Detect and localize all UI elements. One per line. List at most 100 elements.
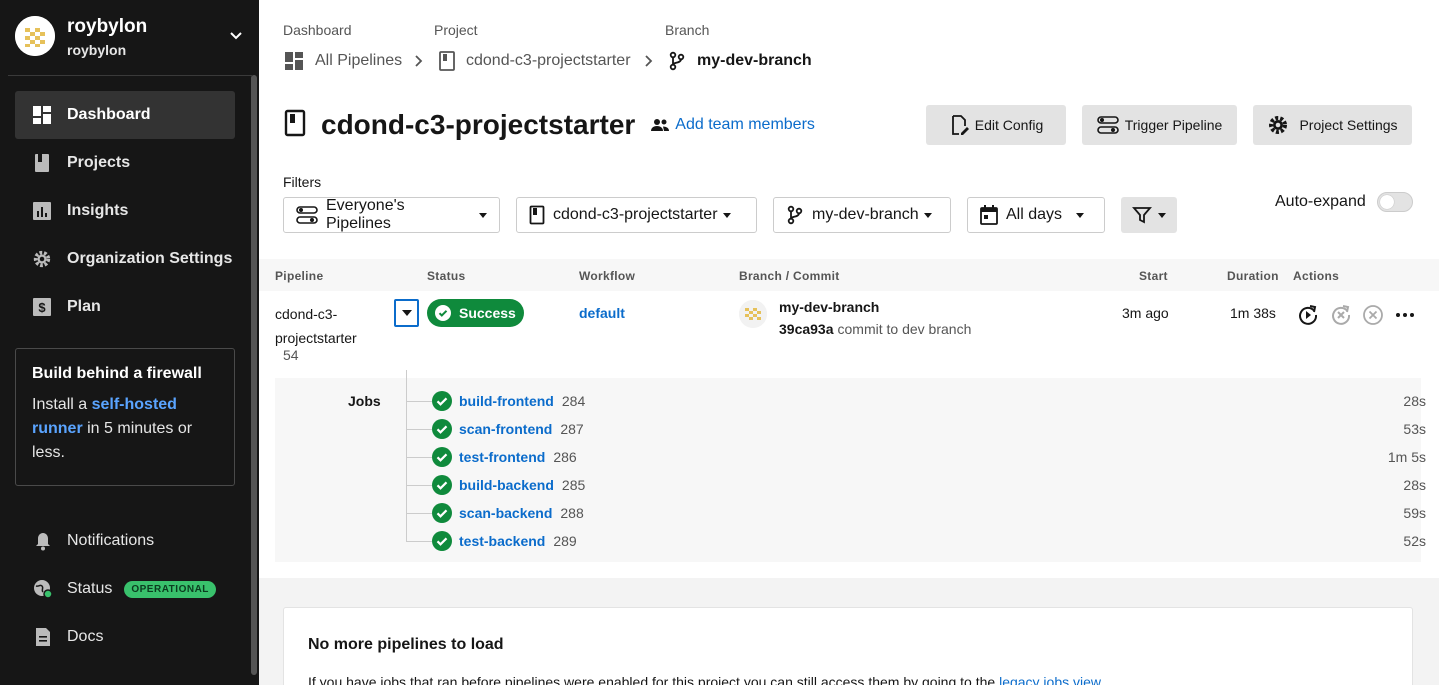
job-link[interactable]: build-frontend 284	[459, 393, 585, 409]
col-duration: Duration	[1227, 269, 1279, 283]
list-item: test-frontend 286 1m 5s	[406, 443, 1426, 471]
caret-down-icon	[401, 310, 412, 316]
sidebar-item-projects[interactable]: Projects	[15, 139, 235, 187]
caret-down-icon	[479, 212, 487, 218]
file-edit-icon	[951, 115, 969, 135]
status-badge: OPERATIONAL	[124, 580, 216, 598]
status-globe-icon	[32, 578, 54, 600]
job-link[interactable]: test-backend 289	[459, 533, 577, 549]
sidebar-item-status[interactable]: Status OPERATIONAL	[15, 569, 245, 609]
project-filter-dropdown[interactable]: cdond-c3-projectstarter	[516, 197, 757, 233]
job-link[interactable]: build-backend 285	[459, 477, 585, 493]
status-badge[interactable]: Success	[427, 299, 524, 327]
job-duration: 28s	[1403, 393, 1426, 409]
org-avatar	[15, 16, 55, 56]
edit-config-button[interactable]: Edit Config	[926, 105, 1066, 145]
rerun-icon[interactable]	[1297, 304, 1319, 326]
duration: 1m 38s	[1230, 305, 1276, 321]
check-circle-icon	[432, 503, 452, 523]
sidebar: roybylon roybylon Dashboard Projects Ins…	[0, 0, 259, 685]
job-duration: 53s	[1403, 421, 1426, 437]
check-circle-icon	[432, 531, 452, 551]
sidebar-item-label: Notifications	[67, 532, 155, 549]
sidebar-item-docs[interactable]: Docs	[15, 617, 245, 657]
pipelines-filter-dropdown[interactable]: Everyone's Pipelines	[283, 197, 500, 233]
promo-text: Install a self-hosted runner in 5 minute…	[32, 396, 193, 461]
pipeline-icon	[296, 206, 318, 224]
sidebar-scrollbar[interactable]	[251, 75, 257, 675]
branch-icon	[787, 205, 803, 225]
no-more-title: No more pipelines to load	[308, 636, 504, 653]
check-circle-icon	[432, 391, 452, 411]
book-icon	[436, 50, 458, 72]
advanced-filter-button[interactable]	[1121, 197, 1177, 233]
legacy-jobs-link[interactable]: legacy jobs view	[999, 674, 1101, 685]
project-header: cdond-c3-projectstarter Add team members	[283, 106, 815, 144]
sidebar-item-insights[interactable]: Insights	[15, 187, 235, 235]
col-branch-commit: Branch / Commit	[739, 269, 840, 283]
job-link[interactable]: scan-frontend 287	[459, 421, 584, 437]
chevron-right-icon	[645, 55, 653, 67]
job-duration: 59s	[1403, 505, 1426, 521]
sidebar-item-organization-settings[interactable]: Organization Settings	[15, 235, 235, 283]
sidebar-divider	[8, 75, 252, 76]
job-link[interactable]: scan-backend 288	[459, 505, 584, 521]
breadcrumb-project[interactable]: cdond-c3-projectstarter	[436, 50, 631, 72]
doc-icon	[32, 626, 54, 648]
trigger-pipeline-button[interactable]: Trigger Pipeline	[1082, 105, 1237, 145]
filters-label: Filters	[283, 174, 322, 190]
no-more-text: If you have jobs that ran before pipelin…	[308, 674, 1101, 685]
sidebar-item-dashboard[interactable]: Dashboard	[15, 91, 235, 139]
collapse-jobs-button[interactable]	[394, 299, 419, 327]
rerun-failed-icon[interactable]	[1330, 304, 1352, 326]
days-filter-dropdown[interactable]: All days	[967, 197, 1105, 233]
start-time: 3m ago	[1122, 305, 1169, 321]
funnel-icon	[1132, 207, 1152, 224]
job-duration: 28s	[1403, 477, 1426, 493]
sidebar-item-plan[interactable]: $ Plan	[15, 283, 235, 331]
job-duration: 1m 5s	[1387, 449, 1426, 465]
project-settings-button[interactable]: Project Settings	[1253, 105, 1412, 145]
chevron-down-icon[interactable]	[227, 26, 245, 44]
list-item: build-frontend 284 28s	[406, 387, 1426, 415]
list-item: build-backend 285 28s	[406, 471, 1426, 499]
gear-icon	[1269, 116, 1288, 134]
pipeline-icon	[1096, 116, 1119, 134]
breadcrumb-label-branch: Branch	[665, 22, 710, 38]
sidebar-item-label: Organization Settings	[67, 250, 233, 267]
job-link[interactable]: test-frontend 286	[459, 449, 577, 465]
sidebar-item-label: Projects	[67, 154, 131, 171]
breadcrumb-label-project: Project	[434, 22, 478, 38]
chevron-right-icon	[415, 55, 423, 67]
promo-title: Build behind a firewall	[32, 365, 202, 382]
commit-sha[interactable]: 39ca93a	[779, 321, 834, 337]
book-icon	[283, 109, 307, 142]
add-team-members-link[interactable]: Add team members	[651, 116, 815, 134]
branch-filter-dropdown[interactable]: my-dev-branch	[773, 197, 951, 233]
toggle-knob	[1380, 195, 1394, 209]
sidebar-item-label: Docs	[67, 628, 104, 645]
sidebar-item-notifications[interactable]: Notifications	[15, 521, 245, 561]
breadcrumb-all-pipelines[interactable]: All Pipelines	[283, 50, 402, 72]
job-duration: 52s	[1403, 533, 1426, 549]
more-options-icon[interactable]	[1394, 304, 1416, 326]
col-workflow: Workflow	[579, 269, 636, 283]
svg-text:$: $	[38, 300, 46, 315]
branch-name[interactable]: my-dev-branch	[779, 299, 879, 315]
no-more-pipelines-card: No more pipelines to load If you have jo…	[283, 607, 1413, 685]
org-switcher[interactable]: roybylon roybylon	[15, 16, 245, 60]
calendar-icon	[980, 205, 998, 225]
breadcrumb-branch[interactable]: my-dev-branch	[666, 50, 812, 72]
col-pipeline: Pipeline	[275, 269, 324, 283]
cancel-icon[interactable]	[1362, 304, 1384, 326]
caret-down-icon	[923, 212, 932, 218]
check-circle-icon	[432, 447, 452, 467]
pipeline-name-link[interactable]: cdond-c3-projectstarter	[275, 302, 375, 350]
caret-down-icon	[1076, 212, 1085, 218]
workflow-link[interactable]: default	[579, 305, 625, 321]
commit-message: commit to dev branch	[837, 321, 972, 337]
sidebar-item-label: Status	[67, 580, 113, 597]
commit-info: 39ca93a commit to dev branch	[779, 321, 971, 337]
people-icon	[651, 119, 670, 131]
auto-expand-toggle[interactable]	[1377, 192, 1413, 212]
